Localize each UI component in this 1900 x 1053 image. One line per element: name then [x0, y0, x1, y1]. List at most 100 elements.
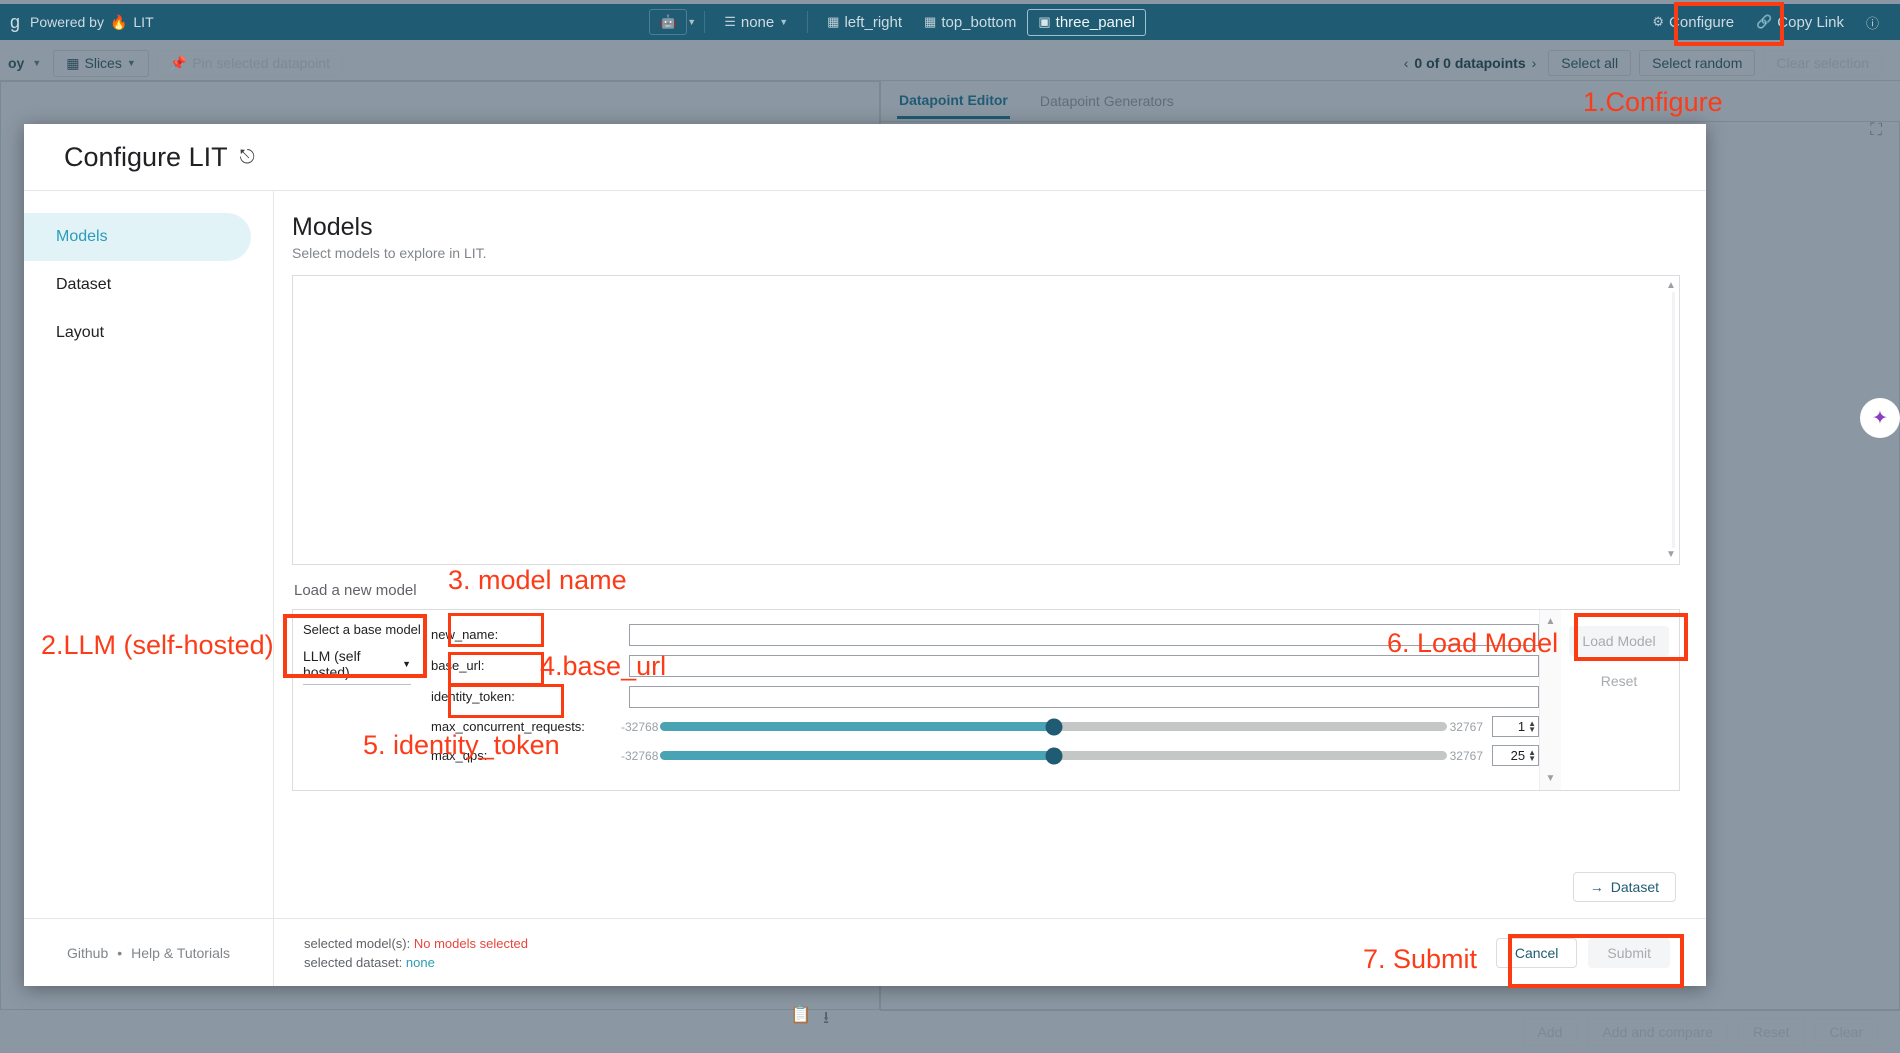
- tab-datapoint-editor[interactable]: Datapoint Editor: [897, 84, 1010, 119]
- clear-button[interactable]: Clear: [1815, 1018, 1878, 1046]
- base-model-label: Select a base model: [303, 622, 411, 637]
- slider-thumb[interactable]: [1045, 718, 1062, 735]
- max-concurrent-requests-stepper[interactable]: 1 ▲▼: [1492, 716, 1539, 737]
- pin-datapoint-button[interactable]: 📌 Pin selected datapoint: [157, 50, 343, 77]
- field-row-max-qps: max_qps: -32768 32767 25 ▲▼: [431, 741, 1539, 770]
- select-random-button[interactable]: Select random: [1639, 50, 1755, 76]
- panel-icon: ▣: [1038, 14, 1050, 30]
- footer-status: selected model(s): No models selected se…: [274, 934, 528, 972]
- prev-datapoint-arrow[interactable]: ‹: [1404, 55, 1409, 71]
- download-icon[interactable]: ⭳: [823, 1005, 829, 1034]
- base-model-select[interactable]: LLM (self hosted) ▼: [303, 648, 411, 685]
- base-url-input[interactable]: [629, 655, 1539, 677]
- slider-fill: [660, 751, 1053, 760]
- add-and-compare-label: Add and compare: [1602, 1024, 1713, 1040]
- stepper-arrows-icon[interactable]: ▲▼: [1528, 721, 1536, 733]
- layout-none-button[interactable]: ☰ none ▼: [713, 9, 799, 36]
- editor-bottom-bar: Add Add and compare Reset Clear: [880, 1010, 1900, 1053]
- configure-lit-dialog: Configure LIT ⎋ Models Dataset Layout Mo…: [24, 124, 1706, 986]
- slices-label: Slices: [85, 55, 122, 71]
- form-scrollbar[interactable]: ▲ ▼: [1539, 610, 1561, 790]
- max-qps-label: max_qps:: [431, 748, 621, 763]
- max-qps-slider[interactable]: [660, 751, 1446, 760]
- load-model-button[interactable]: Load Model: [1569, 626, 1669, 656]
- base-model-selected-value: LLM (self hosted): [303, 648, 402, 680]
- selected-dataset-row: selected dataset: none: [304, 953, 528, 972]
- identity-token-input[interactable]: [629, 686, 1539, 708]
- goto-dataset-button[interactable]: → Dataset: [1573, 872, 1676, 902]
- toolbar-divider: [704, 11, 705, 33]
- max-concurrent-requests-min: -32768: [621, 720, 658, 734]
- submit-button[interactable]: Submit: [1588, 938, 1670, 968]
- selected-models-label: selected model(s):: [304, 936, 410, 951]
- scroll-up-icon[interactable]: ▲: [1666, 280, 1676, 291]
- dialog-main-content: Models Select models to explore in LIT. …: [274, 191, 1706, 918]
- stepper-arrows-icon[interactable]: ▲▼: [1528, 750, 1536, 762]
- lit-sub-toolbar: oy ▼ ▦ Slices ▼ 📌 Pin selected datapoint…: [0, 46, 1900, 81]
- sidebar-item-dataset[interactable]: Dataset: [24, 261, 251, 309]
- slices-button[interactable]: ▦ Slices ▼: [53, 50, 149, 77]
- max-qps-stepper[interactable]: 25 ▲▼: [1492, 745, 1539, 766]
- field-row-max-concurrent-requests: max_concurrent_requests: -32768 32767 1 …: [431, 712, 1539, 741]
- footer-actions: Cancel Submit: [1496, 938, 1706, 968]
- layout-left-right-button[interactable]: ▦ left_right: [816, 9, 913, 36]
- scroll-down-icon[interactable]: ▼: [1546, 773, 1556, 784]
- sparkle-icon[interactable]: ✦: [1860, 398, 1900, 438]
- link-icon: 🔗: [1756, 14, 1772, 30]
- max-qps-max: 32767: [1450, 749, 1483, 763]
- page-title: Configure LIT: [64, 142, 228, 173]
- clear-selection-label: Clear selection: [1776, 55, 1869, 71]
- grid-icon-2: ▦: [924, 14, 936, 30]
- footer-links: Github • Help & Tutorials: [24, 919, 274, 986]
- arrow-right-icon: →: [1590, 879, 1604, 895]
- tab-datapoint-generators[interactable]: Datapoint Generators: [1038, 85, 1176, 117]
- footer-separator: •: [117, 945, 122, 961]
- robot-settings-button[interactable]: 🤖: [649, 9, 687, 35]
- add-and-compare-button[interactable]: Add and compare: [1587, 1018, 1728, 1046]
- robot-icon: 🤖: [660, 14, 676, 30]
- chevron-down-icon: ▼: [779, 17, 788, 27]
- slider-thumb[interactable]: [1045, 747, 1062, 764]
- dialog-sidebar: Models Dataset Layout: [24, 191, 274, 918]
- selected-dataset-value: none: [406, 955, 435, 970]
- flame-icon: 🔥: [110, 14, 127, 31]
- copy-link-button[interactable]: 🔗 Copy Link: [1745, 9, 1855, 36]
- open-in-new-icon[interactable]: ⎋: [240, 148, 255, 167]
- sidebar-item-models-label: Models: [56, 228, 108, 246]
- fullscreen-icon[interactable]: ⛶: [1870, 120, 1882, 140]
- layout-top-bottom-button[interactable]: ▦ top_bottom: [913, 9, 1027, 36]
- next-datapoint-arrow[interactable]: ›: [1532, 55, 1537, 71]
- sidebar-item-layout[interactable]: Layout: [24, 309, 251, 357]
- select-all-button[interactable]: Select all: [1548, 50, 1631, 76]
- configure-button[interactable]: ⚙ Configure: [1641, 9, 1745, 36]
- robot-caret-icon[interactable]: ▼: [687, 17, 696, 27]
- help-tutorials-link[interactable]: Help & Tutorials: [131, 945, 230, 961]
- fields-column: new_name: base_url: identity_token: max_…: [419, 610, 1539, 790]
- group-by-label[interactable]: oy: [0, 55, 32, 71]
- layout-three-panel-button[interactable]: ▣ three_panel: [1027, 9, 1146, 36]
- scroll-down-icon[interactable]: ▼: [1666, 549, 1676, 560]
- form-reset-button[interactable]: Reset: [1569, 666, 1669, 696]
- reset-label: Reset: [1753, 1024, 1790, 1040]
- new-name-input[interactable]: [629, 624, 1539, 646]
- max-concurrent-requests-slider[interactable]: [660, 722, 1446, 731]
- load-model-label: Load Model: [1582, 633, 1655, 649]
- scroll-up-icon[interactable]: ▲: [1546, 616, 1556, 627]
- cancel-button[interactable]: Cancel: [1496, 938, 1578, 968]
- clear-selection-button[interactable]: Clear selection: [1763, 50, 1882, 76]
- copy-link-label: Copy Link: [1777, 14, 1844, 31]
- group-by-caret-icon[interactable]: ▼: [32, 58, 41, 68]
- model-list-scrollbar[interactable]: ▲ ▼: [1665, 280, 1677, 560]
- slider-fill: [660, 722, 1053, 731]
- dialog-body: Models Dataset Layout Models Select mode…: [24, 191, 1706, 918]
- help-button[interactable]: ⓘ: [1855, 8, 1890, 37]
- field-row-new-name: new_name:: [431, 619, 1539, 650]
- help-circle-icon: ⓘ: [1866, 13, 1879, 32]
- add-button[interactable]: Add: [1523, 1018, 1578, 1046]
- cancel-label: Cancel: [1515, 945, 1559, 961]
- github-link[interactable]: Github: [67, 945, 108, 961]
- model-list-box[interactable]: ▲ ▼: [292, 275, 1680, 565]
- copy-icon[interactable]: 📋: [790, 1005, 811, 1034]
- sidebar-item-models[interactable]: Models: [24, 213, 251, 261]
- reset-button[interactable]: Reset: [1738, 1018, 1805, 1046]
